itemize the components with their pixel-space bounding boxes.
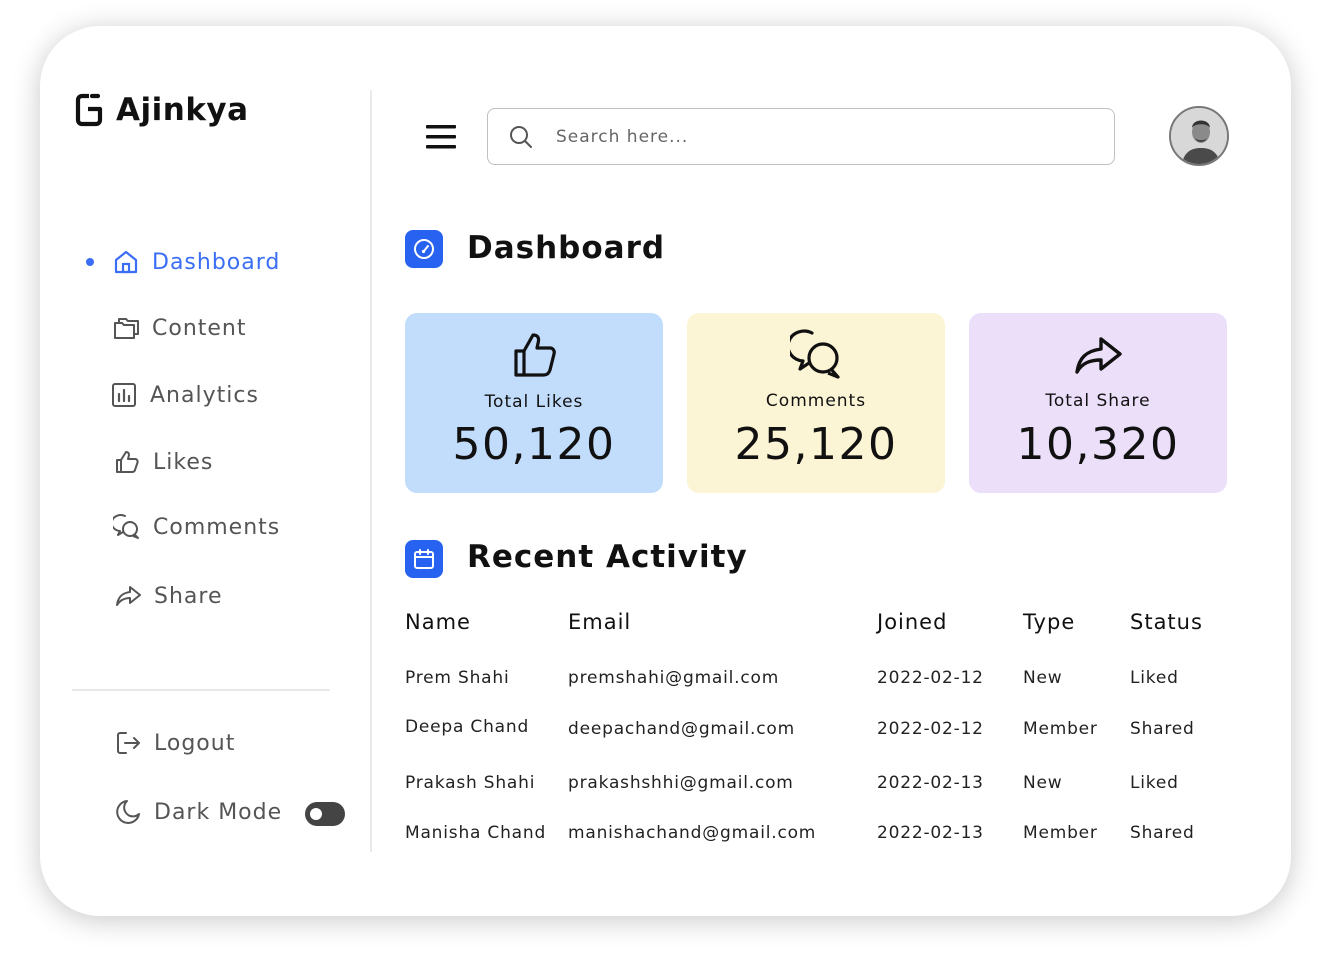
toggle-knob (310, 808, 322, 820)
section-title: Recent Activity (467, 539, 748, 575)
dark-mode-toggle[interactable] (305, 802, 345, 826)
stat-value: 10,320 (1016, 419, 1180, 470)
moon-icon (116, 800, 140, 824)
hamburger-menu-icon[interactable] (425, 124, 457, 150)
table-cell-email: prakashshhi@gmail.com (568, 773, 794, 793)
stat-card-total-likes: Total Likes 50,120 (405, 313, 663, 493)
page-title: Dashboard (467, 230, 666, 266)
table-cell-type: Member (1023, 719, 1098, 739)
folders-icon (114, 318, 139, 339)
logout-label: Logout (154, 730, 236, 756)
table-cell-joined: 2022-02-12 (877, 719, 984, 739)
dark-mode-label: Dark Mode (154, 799, 283, 825)
table-cell-name: Deepa Chand (405, 717, 530, 737)
sidebar-item-label: Comments (153, 514, 281, 540)
search-icon (510, 125, 532, 148)
table-cell-joined: 2022-02-13 (877, 773, 984, 793)
avatar[interactable] (1169, 106, 1229, 166)
sidebar-item-likes[interactable]: Likes (113, 448, 213, 476)
thumbs-up-icon (514, 333, 556, 377)
sidebar-item-label: Analytics (150, 382, 259, 408)
recent-activity-section-icon (405, 540, 443, 578)
search-bar[interactable] (487, 108, 1115, 165)
table-cell-status: Shared (1130, 823, 1195, 843)
table-cell-status: Liked (1130, 773, 1179, 793)
active-indicator (86, 258, 94, 266)
table-cell-email: deepachand@gmail.com (568, 719, 795, 739)
table-cell-type: New (1023, 773, 1063, 793)
sidebar-item-share[interactable]: Share (114, 582, 223, 610)
logout-icon (117, 732, 140, 754)
table-cell-status: Liked (1130, 668, 1179, 688)
column-header-email: Email (568, 610, 632, 634)
table-cell-type: New (1023, 668, 1063, 688)
dark-mode-row: Dark Mode (114, 798, 282, 826)
stat-value: 25,120 (734, 419, 898, 470)
calendar-icon (414, 549, 434, 569)
bar-chart-icon (112, 383, 136, 407)
column-header-joined: Joined (877, 610, 948, 634)
share-icon (116, 586, 141, 606)
brand-name: Ajinkya (116, 92, 249, 128)
column-header-name: Name (405, 610, 471, 634)
sidebar-divider (72, 689, 330, 691)
column-header-type: Type (1023, 610, 1076, 634)
home-icon (114, 250, 138, 274)
column-header-status: Status (1130, 610, 1203, 634)
table-cell-joined: 2022-02-13 (877, 823, 984, 843)
stat-value: 50,120 (452, 419, 616, 470)
comments-icon (113, 514, 139, 539)
search-input[interactable] (556, 126, 1076, 147)
thumbs-up-icon (116, 451, 139, 473)
table-cell-email: manishachand@gmail.com (568, 823, 817, 843)
stat-label: Comments (765, 391, 867, 411)
stat-card-comments: Comments 25,120 (687, 313, 945, 493)
sidebar-item-content[interactable]: Content (112, 314, 247, 342)
comments-icon (790, 329, 840, 379)
share-icon (1075, 337, 1122, 374)
table-cell-name: Prakash Shahi (405, 773, 536, 793)
sidebar-item-label: Share (154, 583, 223, 609)
table-cell-name: Manisha Chand (405, 823, 547, 843)
stat-card-total-share: Total Share 10,320 (969, 313, 1227, 493)
brand[interactable]: Ajinkya (74, 92, 249, 128)
stat-label: Total Likes (484, 392, 584, 412)
sidebar-separator (370, 90, 372, 852)
brand-logo-icon (75, 93, 103, 127)
sidebar-item-dashboard[interactable]: Dashboard (86, 248, 280, 276)
table-cell-email: premshahi@gmail.com (568, 668, 780, 688)
dashboard-section-icon (405, 230, 443, 268)
sidebar-item-label: Likes (153, 449, 214, 475)
sidebar-item-analytics[interactable]: Analytics (110, 381, 259, 409)
table-cell-joined: 2022-02-12 (877, 668, 984, 688)
table-cell-name: Prem Shahi (405, 668, 510, 688)
table-cell-status: Shared (1130, 719, 1195, 739)
gauge-icon (414, 239, 434, 259)
table-cell-type: Member (1023, 823, 1098, 843)
stat-label: Total Share (1045, 391, 1151, 411)
sidebar-item-label: Dashboard (152, 249, 281, 275)
sidebar-item-label: Content (152, 315, 247, 341)
logout-button[interactable]: Logout (114, 729, 235, 757)
sidebar-item-comments[interactable]: Comments (113, 513, 280, 541)
